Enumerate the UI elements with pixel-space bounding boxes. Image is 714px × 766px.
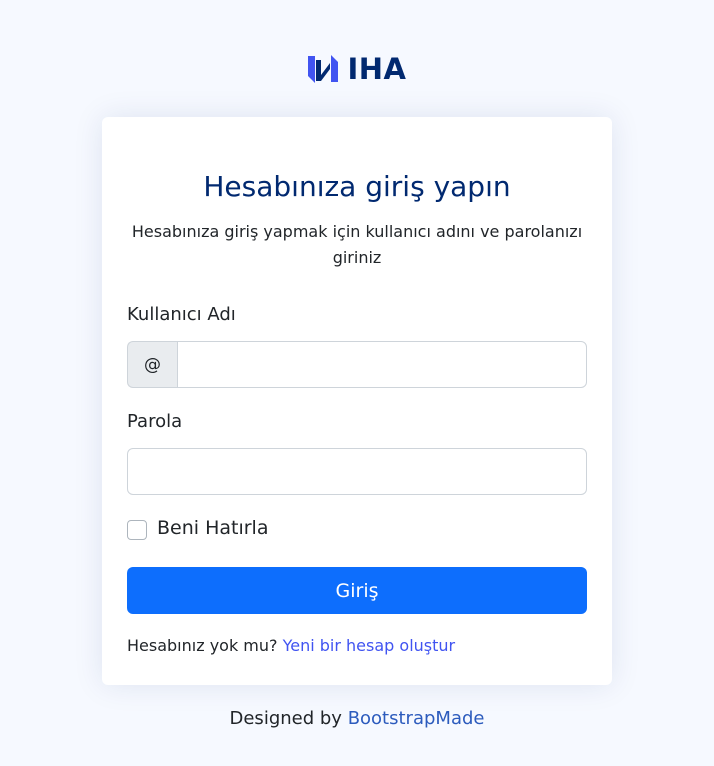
username-input[interactable] bbox=[177, 341, 587, 388]
remember-me-checkbox[interactable] bbox=[127, 520, 147, 540]
page-subtitle: Hesabınıza giriş yapmak için kullanıcı a… bbox=[131, 222, 583, 267]
create-account-link[interactable]: Yeni bir hesap oluştur bbox=[283, 636, 456, 655]
page-title: Hesabınıza giriş yapın bbox=[203, 170, 511, 203]
footer-credits: Designed by BootstrapMade bbox=[0, 708, 714, 729]
login-button[interactable]: Giriş bbox=[127, 567, 587, 614]
brand-name: IHA bbox=[347, 52, 407, 86]
remember-me-label[interactable]: Beni Hatırla bbox=[157, 517, 268, 539]
register-row: Hesabınız yok mu? Yeni bir hesap oluştur bbox=[127, 636, 455, 655]
register-prompt: Hesabınız yok mu? bbox=[127, 636, 278, 655]
credits-prefix: Designed by bbox=[229, 708, 342, 729]
username-input-group: @ bbox=[127, 341, 587, 388]
password-input[interactable] bbox=[127, 448, 587, 495]
password-label: Parola bbox=[127, 411, 183, 432]
at-sign-prefix: @ bbox=[127, 341, 177, 388]
username-label: Kullanıcı Adı bbox=[127, 304, 236, 325]
iha-logo-icon bbox=[307, 53, 339, 85]
brand-logo[interactable]: IHA bbox=[0, 52, 714, 86]
bootstrapmade-link[interactable]: BootstrapMade bbox=[348, 708, 485, 729]
